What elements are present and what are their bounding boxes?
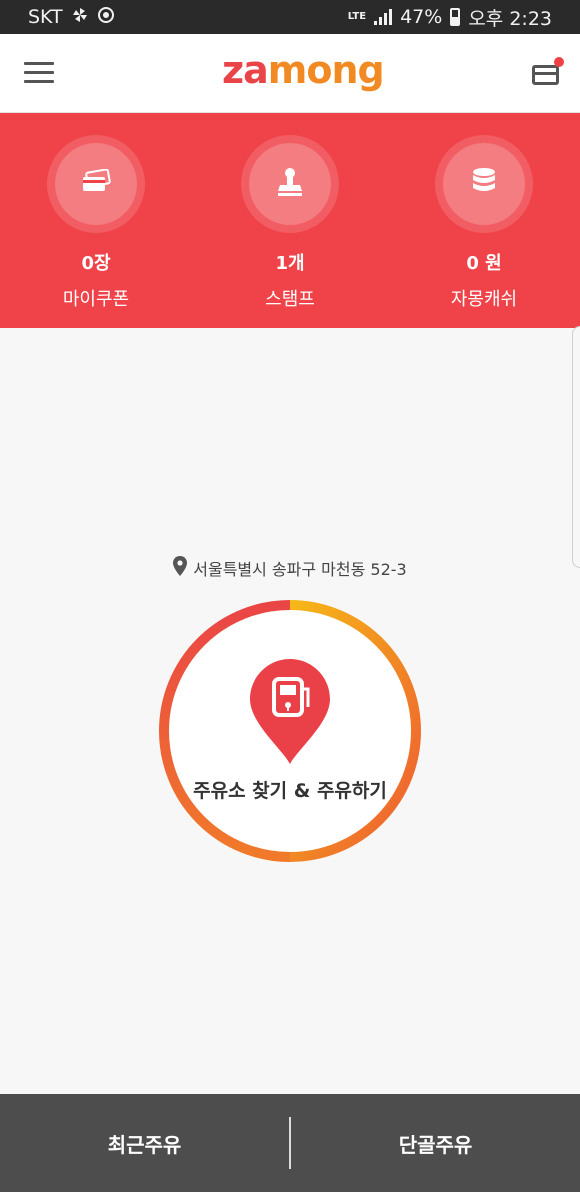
bottom-bar: 최근주유 단골주유 [0, 1094, 580, 1192]
find-station-button[interactable] [158, 599, 422, 863]
cash-label: 자몽캐쉬 [450, 289, 518, 310]
app-header: zamong [0, 34, 580, 113]
menu-icon[interactable] [24, 62, 54, 84]
stats-panel: 0장 마이쿠폰 1개 스탬프 0 원 자몽캐쉬 [0, 113, 580, 328]
location-address: 서울특별시 송파구 마천동 52-3 [193, 560, 407, 579]
card-icon [532, 65, 559, 85]
notification-dot [554, 57, 564, 67]
side-drawer-handle[interactable] [572, 326, 580, 568]
favorite-fueling-button[interactable]: 단골주유 [291, 1094, 580, 1192]
logo-part-mong: mong [267, 48, 385, 92]
status-bar: SKT LTE 47% 오후 2:23 [0, 0, 580, 34]
pinwheel-icon [71, 6, 89, 29]
stamp-icon [276, 167, 304, 201]
status-left: SKT [28, 6, 115, 29]
signal-icon [374, 9, 393, 25]
card-button[interactable] [530, 57, 564, 87]
stat-cash[interactable]: 0 원 자몽캐쉬 [424, 135, 544, 311]
logo-part-za: za [222, 48, 269, 92]
network-label: LTE [347, 11, 367, 22]
recent-fueling-button[interactable]: 최근주유 [0, 1094, 289, 1192]
coins-icon [471, 167, 497, 201]
carrier-label: SKT [28, 6, 63, 28]
sync-icon [97, 6, 115, 29]
battery-icon [450, 8, 461, 26]
stat-stamp[interactable]: 1개 스탬프 [230, 135, 350, 311]
coupon-count: 0장 [81, 253, 111, 274]
app-logo: zamong [222, 48, 385, 92]
coupon-label: 마이쿠폰 [62, 289, 130, 310]
status-right: LTE 47% 오후 2:23 [348, 4, 552, 31]
current-location: 서울특별시 송파구 마천동 52-3 [0, 556, 580, 580]
battery-percent: 47% [400, 6, 443, 28]
location-pin-icon [173, 556, 188, 580]
stamp-count: 1개 [275, 253, 305, 274]
coupon-icon [81, 168, 111, 199]
clock: 오후 2:23 [468, 7, 552, 30]
stamp-label: 스탬프 [265, 289, 315, 310]
stat-my-coupon[interactable]: 0장 마이쿠폰 [36, 135, 156, 311]
cash-amount: 0 원 [466, 253, 502, 274]
